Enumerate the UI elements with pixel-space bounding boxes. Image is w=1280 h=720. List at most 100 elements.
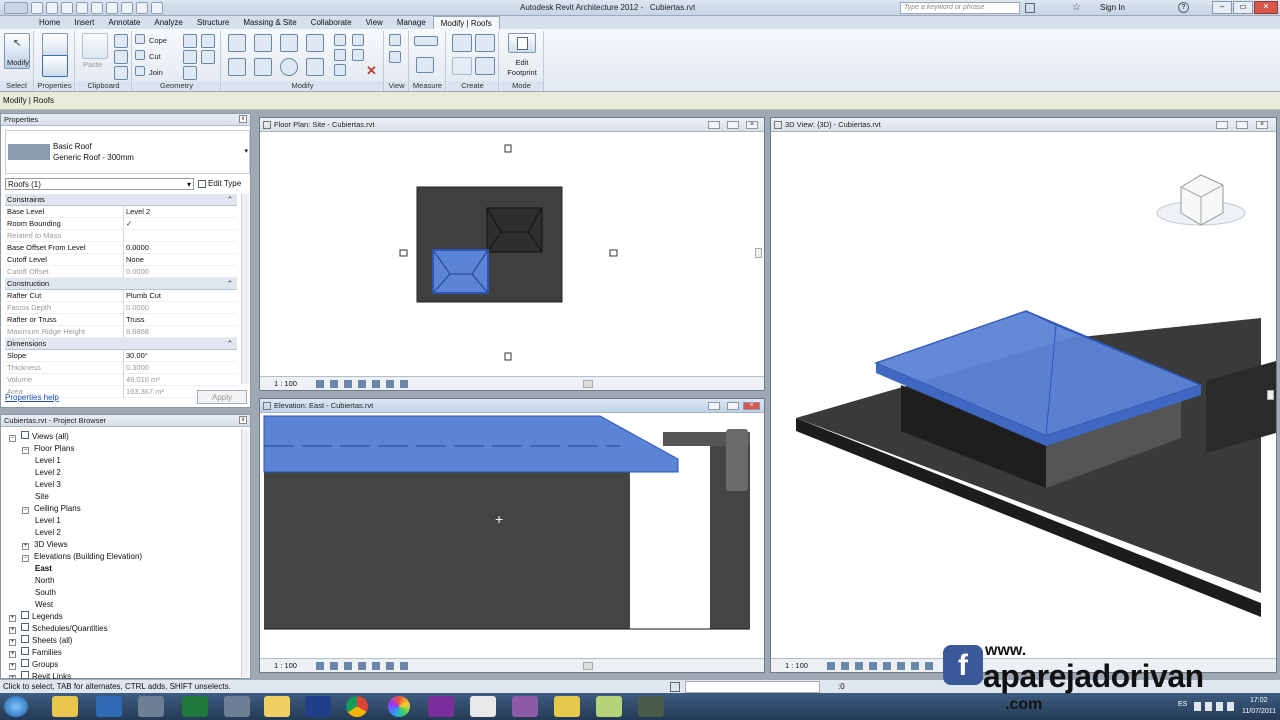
- create-group-icon[interactable]: [452, 57, 472, 75]
- browser-item[interactable]: + Groups: [9, 659, 58, 671]
- media-player-icon[interactable]: [96, 696, 122, 717]
- open-icon[interactable]: [31, 2, 43, 14]
- roof-elevation-selected[interactable]: [263, 415, 679, 473]
- tab-view[interactable]: View: [359, 16, 390, 29]
- elevation-canvas[interactable]: +: [260, 414, 764, 659]
- app-icon-1[interactable]: [138, 696, 164, 717]
- favorites-icon[interactable]: ☆: [1072, 2, 1081, 13]
- app-icon-3[interactable]: [305, 696, 331, 717]
- move-icon[interactable]: [228, 58, 246, 76]
- browser-item[interactable]: +3D Views: [22, 539, 68, 551]
- tab-manage[interactable]: Manage: [390, 16, 433, 29]
- expand-icon[interactable]: −: [22, 447, 29, 454]
- 3d-restore-button[interactable]: [1236, 121, 1248, 129]
- tab-home[interactable]: Home: [32, 16, 67, 29]
- create-parts-icon[interactable]: [475, 34, 495, 52]
- browser-item[interactable]: − Ceiling Plans: [22, 503, 81, 515]
- elevation-marker-north[interactable]: [504, 144, 512, 153]
- delete-icon[interactable]: ✕: [366, 63, 377, 79]
- 3d-scale[interactable]: 1 : 100: [785, 661, 808, 670]
- property-section-construction[interactable]: Construction ⌃: [5, 278, 237, 290]
- chrome-icon[interactable]: [346, 696, 368, 717]
- excel-icon[interactable]: [182, 696, 208, 717]
- browser-item[interactable]: − Floor Plans: [22, 443, 74, 455]
- plan-minimize-button[interactable]: [708, 121, 720, 129]
- text-icon[interactable]: [121, 2, 133, 14]
- demolish-icon[interactable]: [201, 50, 215, 64]
- tab-annotate[interactable]: Annotate: [101, 16, 147, 29]
- elev-view-controls-icons[interactable]: [316, 662, 412, 670]
- property-value[interactable]: Level 2: [123, 206, 238, 218]
- tab-structure[interactable]: Structure: [190, 16, 236, 29]
- acrobat-icon[interactable]: [470, 696, 496, 717]
- elevation-marker-east[interactable]: [609, 249, 618, 257]
- plan-close-button[interactable]: ×: [746, 121, 758, 129]
- browser-item[interactable]: + Sheets (all): [9, 635, 72, 647]
- property-value[interactable]: 0.0000: [123, 242, 238, 254]
- 3d-view-controls-icons[interactable]: [827, 662, 937, 670]
- expand-icon[interactable]: +: [9, 651, 16, 658]
- property-value[interactable]: Plumb Cut: [123, 290, 238, 302]
- browser-item[interactable]: East: [35, 563, 52, 575]
- browser-item[interactable]: Level 3: [35, 479, 61, 491]
- elevation-marker-west[interactable]: [399, 249, 408, 257]
- paint-icon[interactable]: [201, 34, 215, 48]
- elev-minimize-button[interactable]: [708, 402, 720, 410]
- redo-icon[interactable]: [76, 2, 88, 14]
- properties-scrollbar[interactable]: [241, 194, 249, 384]
- plan-scale[interactable]: 1 : 100: [274, 379, 297, 388]
- properties-icon[interactable]: [42, 55, 68, 77]
- split-icon[interactable]: [334, 34, 346, 46]
- 3d-close-button[interactable]: ×: [1256, 121, 1268, 129]
- maximize-button[interactable]: ▭: [1233, 1, 1253, 14]
- override-icon[interactable]: [389, 51, 401, 63]
- tab-insert[interactable]: Insert: [67, 16, 101, 29]
- sign-in-link[interactable]: Sign In: [1100, 3, 1125, 12]
- nav-wheel[interactable]: [726, 429, 748, 491]
- property-value[interactable]: 30.00°: [123, 350, 238, 362]
- edit-footprint-button[interactable]: [508, 33, 536, 53]
- mirror-axis-icon[interactable]: [280, 34, 298, 52]
- print-icon[interactable]: [91, 2, 103, 14]
- pin-icon[interactable]: [352, 34, 364, 46]
- viewcube-icon[interactable]: [1156, 174, 1246, 226]
- browser-item[interactable]: West: [35, 599, 53, 611]
- measure-icon[interactable]: [106, 2, 118, 14]
- folder-icon[interactable]: [264, 696, 290, 717]
- expand-icon[interactable]: −: [22, 507, 29, 514]
- elev-close-button[interactable]: ×: [743, 402, 760, 410]
- instance-filter[interactable]: Roofs (1) ▾: [5, 178, 194, 190]
- cut-geometry-icon[interactable]: [135, 50, 145, 60]
- expand-icon[interactable]: +: [9, 639, 16, 646]
- browser-item[interactable]: + Legends: [9, 611, 63, 623]
- paste-icon[interactable]: [82, 33, 108, 59]
- mirror-draw-icon[interactable]: [306, 34, 324, 52]
- cut-icon[interactable]: [114, 34, 128, 48]
- plan-view-controls-icons[interactable]: [316, 380, 412, 388]
- elev-hscroll-thumb[interactable]: [583, 662, 593, 670]
- app-menu-icon[interactable]: [4, 2, 28, 14]
- browser-item[interactable]: − Elevations (Building Elevation): [22, 551, 142, 563]
- browser-item[interactable]: South: [35, 587, 56, 599]
- property-row[interactable]: Base Offset From Level 0.0000: [5, 242, 237, 254]
- wall-joins-icon[interactable]: [183, 50, 197, 64]
- trim-icon[interactable]: [306, 58, 324, 76]
- rotate-icon[interactable]: [280, 58, 298, 76]
- properties-help-link[interactable]: Properties help: [5, 393, 59, 402]
- split-face-icon[interactable]: [183, 34, 197, 48]
- browser-item[interactable]: + Schedules/Quantities: [9, 623, 108, 635]
- collapse-icon[interactable]: ⌃: [227, 338, 233, 350]
- explorer-icon[interactable]: [52, 696, 78, 717]
- expand-icon[interactable]: +: [9, 615, 16, 622]
- property-row[interactable]: Rafter or Truss Truss: [5, 314, 237, 326]
- property-value[interactable]: Truss: [123, 314, 238, 326]
- 3d-minimize-button[interactable]: [1216, 121, 1228, 129]
- browser-item[interactable]: + Families: [9, 647, 62, 659]
- app-icon-4[interactable]: [638, 696, 664, 717]
- expand-icon[interactable]: +: [22, 543, 29, 550]
- match-type-icon[interactable]: [114, 66, 128, 80]
- 3d-scrollbar-v[interactable]: [1267, 390, 1274, 400]
- apply-button[interactable]: Apply: [197, 390, 247, 404]
- measure-distance-icon[interactable]: [414, 36, 438, 46]
- create-assembly-icon[interactable]: [452, 34, 472, 52]
